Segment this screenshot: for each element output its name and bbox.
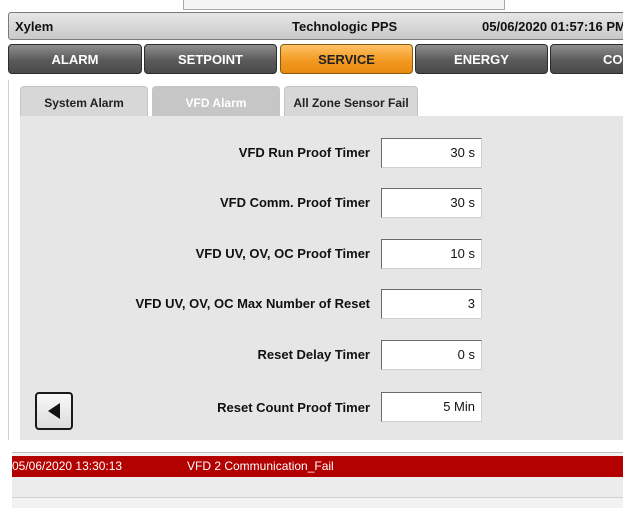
company-name: Xylem xyxy=(15,19,54,34)
reset-count-proof-timer-label: Reset Count Proof Timer xyxy=(217,400,370,415)
tab-service[interactable]: SERVICE xyxy=(280,44,413,74)
datetime-display: 05/06/2020 01:57:16 PM xyxy=(482,19,623,34)
tab-setpoint[interactable]: SETPOINT xyxy=(144,44,277,74)
tab-setpoint-label: SETPOINT xyxy=(177,51,243,67)
alarm-timestamp: 05/06/2020 13:30:13 xyxy=(12,459,123,473)
subtab-vfd-alarm[interactable]: VFD Alarm xyxy=(152,86,280,118)
title-bar: Xylem Technologic PPS 05/06/2020 01:57:1… xyxy=(8,12,623,40)
vfd-uv-ov-oc-proof-timer-label: VFD UV, OV, OC Proof Timer xyxy=(195,246,370,261)
tab-alarm[interactable]: ALARM xyxy=(8,44,142,74)
top-edge xyxy=(0,0,623,10)
tab-con[interactable]: CON xyxy=(550,44,623,74)
system-name: Technologic PPS xyxy=(292,19,398,34)
active-alarm-row[interactable]: 05/06/2020 13:30:13 VFD 2 Communication_… xyxy=(12,456,623,477)
reset-delay-timer-label: Reset Delay Timer xyxy=(257,347,371,362)
alarm-row-empty xyxy=(12,477,623,498)
back-button[interactable] xyxy=(35,392,73,430)
reset-count-proof-timer-field[interactable]: 5 Min xyxy=(381,392,482,422)
subtab-system-alarm-label: System Alarm xyxy=(44,95,124,110)
vfd-alarm-content xyxy=(20,116,623,440)
tab-con-label: CON xyxy=(603,51,623,67)
subtab-all-zone-sensor-fail-label: All Zone Sensor Fail xyxy=(293,95,409,110)
subtab-all-zone-sensor-fail[interactable]: All Zone Sensor Fail xyxy=(284,86,418,118)
vfd-uv-ov-oc-proof-timer-field[interactable]: 10 s xyxy=(381,239,482,269)
reset-delay-timer-field[interactable]: 0 s xyxy=(381,340,482,370)
subtab-vfd-alarm-label: VFD Alarm xyxy=(185,95,247,110)
subtab-system-alarm[interactable]: System Alarm xyxy=(20,86,148,118)
main-nav: ALARM SETPOINT SERVICE ENERGY CON xyxy=(8,44,623,74)
tab-energy[interactable]: ENERGY xyxy=(415,44,548,74)
tab-alarm-label: ALARM xyxy=(51,51,99,67)
tab-service-label: SERVICE xyxy=(318,51,375,67)
alarm-message: VFD 2 Communication_Fail xyxy=(187,459,334,473)
vfd-run-proof-timer-field[interactable]: 30 s xyxy=(381,138,482,168)
tab-energy-label: ENERGY xyxy=(454,51,509,67)
vfd-comm-proof-timer-field[interactable]: 30 s xyxy=(381,188,482,218)
top-notch xyxy=(183,0,505,10)
vfd-max-number-of-reset-label: VFD UV, OV, OC Max Number of Reset xyxy=(135,296,370,311)
vfd-run-proof-timer-label: VFD Run Proof Timer xyxy=(238,145,370,160)
triangle-left-icon xyxy=(48,403,60,419)
vfd-max-number-of-reset-field[interactable]: 3 xyxy=(381,289,482,319)
hmi-screen: Xylem Technologic PPS 05/06/2020 01:57:1… xyxy=(0,0,623,508)
vfd-comm-proof-timer-label: VFD Comm. Proof Timer xyxy=(219,195,370,210)
